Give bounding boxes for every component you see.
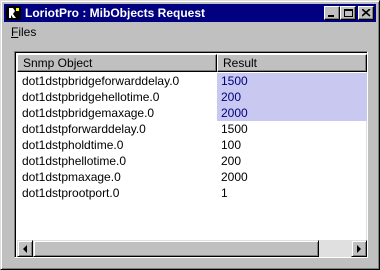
snmp-object-cell: dot1dstpbridgehellotime.0 [22, 90, 160, 104]
list-rows: dot1dstpbridgeforwarddelay.0 1500 dot1ds… [17, 73, 367, 201]
column-header-result[interactable]: Result [217, 54, 367, 72]
mib-results-list[interactable]: Snmp Object Result dot1dstpbridgeforward… [14, 51, 368, 258]
scrollbar-thumb[interactable] [33, 240, 319, 257]
scroll-left-button[interactable] [17, 240, 33, 257]
maximize-button[interactable] [340, 6, 356, 20]
result-cell: 1500 [217, 73, 367, 89]
result-cell: 200 [221, 154, 242, 168]
window-title: LoriotPro : MibObjects Request [25, 6, 206, 20]
result-cell: 100 [221, 138, 242, 152]
result-cell: 1500 [221, 122, 248, 136]
minimize-icon [328, 15, 334, 17]
loriotpro-app-icon[interactable] [6, 5, 22, 21]
list-header: Snmp Object Result [17, 54, 367, 72]
snmp-object-cell: dot1dstpbridgemaxage.0 [22, 106, 155, 120]
horizontal-scrollbar[interactable] [17, 240, 367, 257]
table-row[interactable]: dot1dstpbridgeforwarddelay.0 1500 [17, 73, 367, 89]
close-button[interactable] [358, 6, 374, 20]
snmp-object-cell: dot1dstpforwarddelay.0 [22, 122, 146, 136]
table-row[interactable]: dot1dstpbridgehellotime.0 200 [17, 89, 367, 105]
menu-bar: Files [5, 23, 375, 41]
table-row[interactable]: dot1dstpholdtime.0 100 [17, 137, 367, 153]
table-row[interactable]: dot1dstprootport.0 1 [17, 185, 367, 201]
result-cell: 1 [221, 186, 228, 200]
scroll-right-button[interactable] [351, 240, 367, 257]
result-cell: 200 [217, 89, 367, 105]
title-bar[interactable]: LoriotPro : MibObjects Request [4, 4, 376, 22]
snmp-object-cell: dot1dstpmaxage.0 [22, 170, 121, 184]
table-row[interactable]: dot1dstpmaxage.0 2000 [17, 169, 367, 185]
snmp-object-cell: dot1dstpholdtime.0 [22, 138, 124, 152]
snmp-object-cell: dot1dstprootport.0 [22, 186, 120, 200]
window-controls [324, 6, 374, 20]
menu-files-label-rest: iles [18, 25, 37, 39]
minimize-button[interactable] [324, 6, 340, 20]
table-row[interactable]: dot1dstpbridgemaxage.0 2000 [17, 105, 367, 121]
table-row[interactable]: dot1dstpforwarddelay.0 1500 [17, 121, 367, 137]
mibobjects-request-window: LoriotPro : MibObjects Request Files Snm… [0, 0, 380, 270]
menu-files[interactable]: Files [5, 25, 42, 39]
close-icon [362, 9, 371, 17]
result-cell: 2000 [221, 170, 248, 184]
column-header-snmp-object[interactable]: Snmp Object [17, 54, 217, 72]
result-cell: 2000 [217, 105, 367, 121]
maximize-icon [344, 9, 353, 17]
snmp-object-cell: dot1dstphellotime.0 [22, 154, 127, 168]
arrow-right-icon [357, 245, 361, 253]
snmp-object-cell: dot1dstpbridgeforwarddelay.0 [22, 74, 180, 88]
table-row[interactable]: dot1dstphellotime.0 200 [17, 153, 367, 169]
arrow-left-icon [23, 245, 27, 253]
